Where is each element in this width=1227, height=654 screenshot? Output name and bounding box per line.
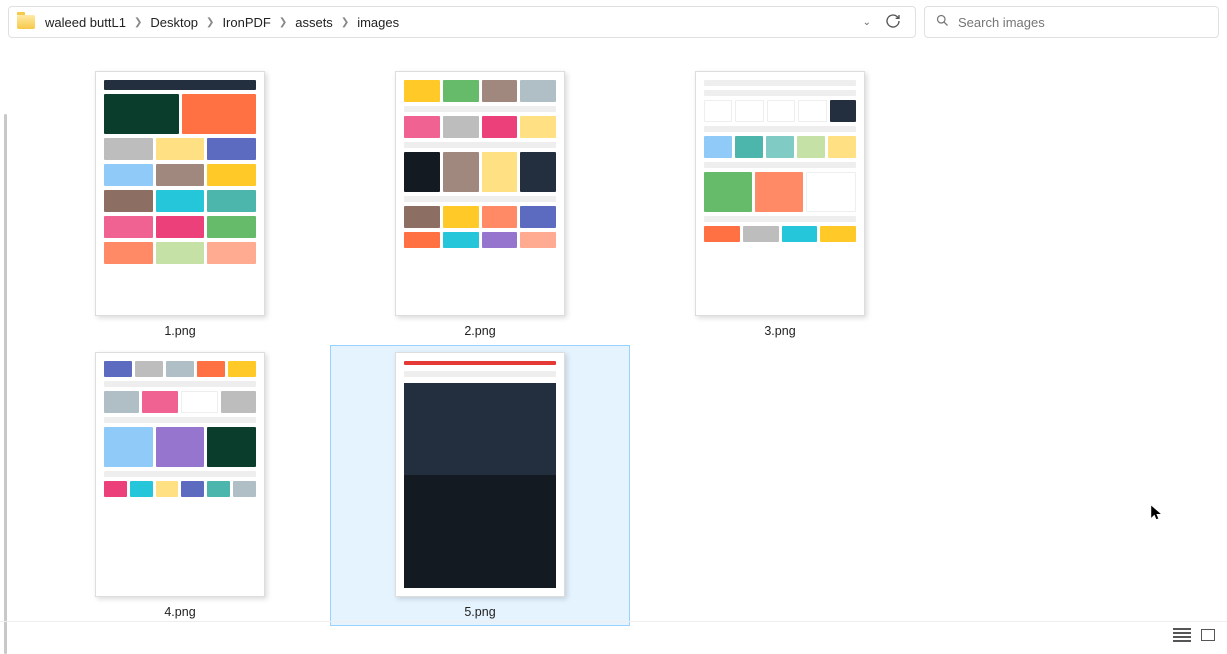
- file-name: 2.png: [464, 324, 495, 338]
- search-input[interactable]: [958, 15, 1208, 30]
- file-name: 5.png: [464, 605, 495, 619]
- thumbnail: [695, 71, 865, 316]
- file-item[interactable]: 2.png: [330, 64, 630, 345]
- thumbnails-view-icon[interactable]: [1201, 629, 1215, 641]
- folder-icon: [17, 15, 35, 29]
- breadcrumb-item[interactable]: images: [353, 13, 403, 32]
- file-grid: 1.png 2.png 3.png: [0, 44, 1227, 619]
- details-view-icon[interactable]: [1173, 628, 1191, 642]
- thumbnail: [395, 71, 565, 316]
- chevron-right-icon: ❯: [341, 17, 349, 28]
- thumbnail: [395, 352, 565, 597]
- scrollbar[interactable]: [4, 114, 7, 654]
- file-name: 4.png: [164, 605, 195, 619]
- chevron-right-icon: ❯: [279, 17, 287, 28]
- file-item[interactable]: 3.png: [630, 64, 930, 345]
- file-item[interactable]: 1.png: [30, 64, 330, 345]
- chevron-right-icon: ❯: [206, 17, 214, 28]
- thumbnail: [95, 71, 265, 316]
- chevron-down-icon[interactable]: ⌄: [863, 17, 871, 28]
- file-name: 1.png: [164, 324, 195, 338]
- file-item[interactable]: 5.png: [330, 345, 630, 626]
- chevron-right-icon: ❯: [134, 17, 142, 28]
- breadcrumb-item[interactable]: Desktop: [146, 13, 202, 32]
- thumbnail: [95, 352, 265, 597]
- breadcrumb-item[interactable]: assets: [291, 13, 337, 32]
- breadcrumb-item[interactable]: IronPDF: [218, 13, 274, 32]
- search-icon: [935, 13, 950, 31]
- breadcrumb: waleed buttL1 ❯ Desktop ❯ IronPDF ❯ asse…: [41, 13, 857, 32]
- breadcrumb-item[interactable]: waleed buttL1: [41, 13, 130, 32]
- search-box[interactable]: [924, 6, 1219, 38]
- file-item[interactable]: 4.png: [30, 345, 330, 626]
- status-bar: [0, 621, 1227, 647]
- toolbar: waleed buttL1 ❯ Desktop ❯ IronPDF ❯ asse…: [0, 0, 1227, 44]
- address-bar[interactable]: waleed buttL1 ❯ Desktop ❯ IronPDF ❯ asse…: [8, 6, 916, 38]
- file-name: 3.png: [764, 324, 795, 338]
- refresh-icon[interactable]: [885, 13, 901, 32]
